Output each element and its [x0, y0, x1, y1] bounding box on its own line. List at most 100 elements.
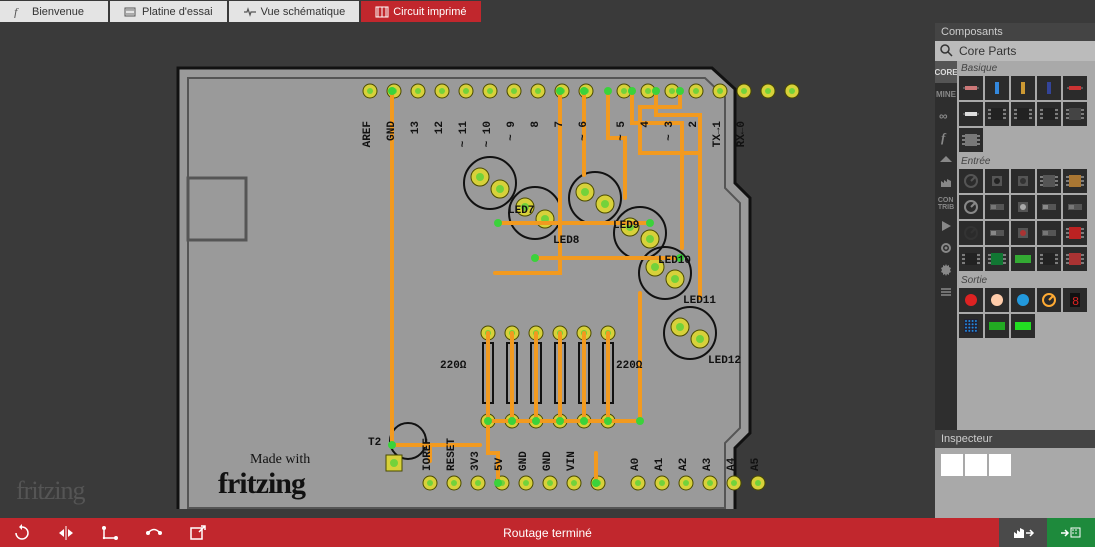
part-item[interactable] [985, 221, 1009, 245]
bin-con[interactable]: CONTRIB [935, 193, 957, 215]
bin-list-icon[interactable] [935, 281, 957, 303]
part-item[interactable] [1037, 195, 1061, 219]
part-item[interactable] [959, 102, 983, 126]
category-input: Entrée [959, 154, 1093, 167]
svg-text:T2: T2 [368, 437, 381, 449]
svg-text:~ 3: ~ 3 [664, 121, 676, 141]
tab-pcb-label: Circuit imprimé [393, 6, 466, 18]
part-item[interactable] [1011, 247, 1035, 271]
part-item[interactable] [1011, 102, 1035, 126]
trace-button[interactable] [132, 518, 176, 547]
svg-text:GND: GND [542, 451, 554, 471]
tab-welcome[interactable]: f Bienvenue [0, 1, 108, 22]
part-item[interactable] [959, 314, 983, 338]
svg-text:A4: A4 [726, 457, 738, 471]
part-item[interactable] [1037, 102, 1061, 126]
tab-schematic[interactable]: Vue schématique [229, 1, 360, 22]
part-item[interactable] [1011, 221, 1035, 245]
part-item[interactable] [959, 288, 983, 312]
tab-breadboard[interactable]: Platine d'essai [110, 1, 227, 22]
part-item[interactable] [1011, 314, 1035, 338]
parts-list[interactable]: Basique Entrée Sortie 8 [957, 61, 1095, 430]
search-icon [939, 43, 953, 60]
autoroute-button[interactable] [88, 518, 132, 547]
part-item[interactable] [1037, 169, 1061, 193]
bin-f-icon[interactable]: f [935, 127, 957, 149]
svg-text:220Ω: 220Ω [440, 360, 467, 372]
part-item[interactable] [1037, 288, 1061, 312]
svg-text:LED10: LED10 [658, 255, 691, 267]
part-item[interactable] [985, 314, 1009, 338]
share-button[interactable] [1047, 518, 1095, 547]
svg-text:~ 9: ~ 9 [506, 121, 518, 141]
rotate-button[interactable] [0, 518, 44, 547]
part-item[interactable] [1011, 288, 1035, 312]
part-item[interactable] [1063, 102, 1087, 126]
part-item[interactable] [959, 76, 983, 100]
part-item[interactable] [1011, 76, 1035, 100]
svg-text:LED7: LED7 [508, 205, 534, 217]
bin-gear-icon[interactable] [935, 237, 957, 259]
svg-text:Made with: Made with [250, 452, 310, 467]
svg-text:~ 11: ~ 11 [458, 121, 470, 148]
part-item[interactable] [985, 288, 1009, 312]
svg-text:AREF: AREF [362, 121, 374, 147]
pcb-canvas[interactable]: AREFGND1312~ 11~ 10~ 987~ 6~ 54~ 32TX→1R… [0, 23, 935, 518]
bin-core[interactable]: CORE [935, 61, 957, 83]
part-item[interactable] [1063, 221, 1087, 245]
fab-order-button[interactable] [999, 518, 1047, 547]
part-item[interactable] [959, 221, 983, 245]
pcb-board-svg[interactable]: AREFGND1312~ 11~ 10~ 987~ 6~ 54~ 32TX→1R… [0, 23, 935, 509]
part-item[interactable] [985, 102, 1009, 126]
bin-mine[interactable]: MINE [935, 83, 957, 105]
tab-pcb[interactable]: Circuit imprimé [361, 1, 480, 22]
part-item[interactable] [1011, 195, 1035, 219]
svg-text:LED8: LED8 [553, 235, 580, 247]
svg-text:LED9: LED9 [613, 220, 639, 232]
part-item[interactable] [1037, 221, 1061, 245]
category-basic: Basique [959, 61, 1093, 74]
part-item[interactable] [1063, 76, 1087, 100]
tab-schematic-label: Vue schématique [261, 6, 346, 18]
svg-text:A2: A2 [678, 458, 690, 471]
bin-play-icon[interactable] [935, 215, 957, 237]
flip-button[interactable] [44, 518, 88, 547]
svg-text:A3: A3 [702, 457, 714, 471]
part-item[interactable] [1063, 169, 1087, 193]
parts-bin-strip: CORE MINE ∞ f CONTRIB [935, 61, 957, 430]
schematic-icon [243, 6, 255, 18]
inspector-slot[interactable] [965, 454, 987, 476]
inspector-slot[interactable] [989, 454, 1011, 476]
svg-text:2: 2 [688, 121, 700, 128]
part-item[interactable] [985, 169, 1009, 193]
part-item[interactable] [1037, 247, 1061, 271]
part-item[interactable] [959, 169, 983, 193]
svg-text:VIN: VIN [566, 451, 578, 471]
inspector-slot[interactable] [941, 454, 963, 476]
part-item[interactable] [985, 76, 1009, 100]
svg-text:5V: 5V [494, 457, 506, 471]
part-item[interactable]: 8 [1063, 288, 1087, 312]
part-item[interactable] [1063, 247, 1087, 271]
part-item[interactable] [959, 128, 983, 152]
svg-text:12: 12 [434, 121, 446, 134]
svg-text:~ 10: ~ 10 [482, 121, 494, 147]
inspector-panel [935, 448, 1095, 518]
bin-factory-icon[interactable] [935, 171, 957, 193]
export-button[interactable] [176, 518, 220, 547]
part-item[interactable] [959, 195, 983, 219]
part-item[interactable] [959, 247, 983, 271]
part-item[interactable] [1063, 195, 1087, 219]
part-item[interactable] [985, 195, 1009, 219]
part-item[interactable] [1037, 76, 1061, 100]
bin-cog-icon[interactable] [935, 259, 957, 281]
inspector-panel-title: Inspecteur [935, 430, 1095, 448]
svg-text:LED12: LED12 [708, 355, 741, 367]
part-item[interactable] [1011, 169, 1035, 193]
bin-loop-icon[interactable]: ∞ [935, 105, 957, 127]
part-item[interactable] [985, 247, 1009, 271]
bin-hat-icon[interactable] [935, 149, 957, 171]
svg-text:13: 13 [410, 121, 422, 135]
svg-text:GND: GND [386, 121, 398, 141]
parts-search-input[interactable] [957, 43, 1095, 59]
